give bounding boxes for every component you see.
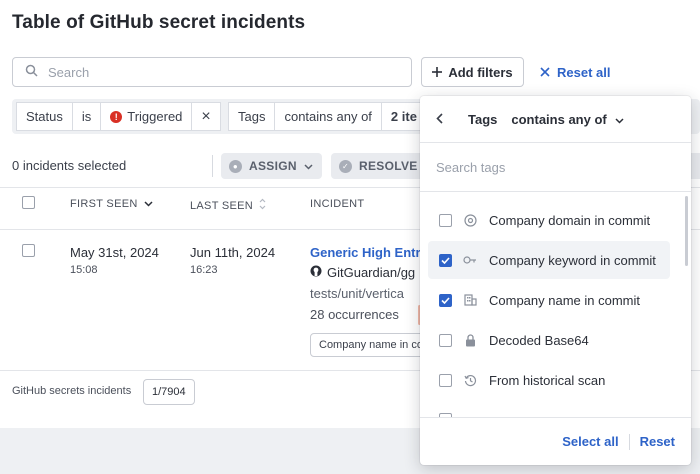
select-all-button[interactable]: Select all [562, 434, 618, 449]
add-filters-label: Add filters [448, 64, 513, 80]
tag-option[interactable]: Decoded Base64 [428, 321, 670, 359]
option-label: Company name in commit [489, 292, 640, 308]
option-checkbox[interactable] [439, 253, 452, 267]
option-label: Decoded Base64 [489, 332, 589, 348]
option-label: From historical scan [489, 372, 606, 388]
row-checkbox[interactable] [22, 244, 35, 257]
chevron-left-icon [436, 111, 443, 127]
pagination[interactable]: 1/7904 [143, 379, 195, 405]
add-filters-button[interactable]: Add filters [421, 57, 524, 87]
resolve-label: RESOLVE [359, 159, 418, 173]
tag-option-partial[interactable] [428, 401, 670, 417]
incident-tag: Company name in co [310, 333, 432, 357]
popover-footer: Select all Reset [420, 417, 691, 465]
tag-option[interactable]: Company keyword in commit [428, 241, 670, 279]
option-label: Company keyword in commit [489, 252, 656, 268]
key-icon [463, 255, 477, 265]
page-title: Table of GitHub secret incidents [12, 12, 306, 33]
close-icon [540, 65, 550, 80]
incident-link[interactable]: Generic High Entro [310, 245, 428, 260]
triggered-alert-icon: ! [110, 110, 123, 123]
popover-scrollbar[interactable] [685, 196, 688, 266]
chevron-down-icon [615, 112, 624, 127]
file-path: tests/unit/vertica [310, 286, 404, 301]
first-seen-date: May 31st, 2024 [70, 245, 159, 260]
search-box[interactable] [12, 57, 412, 87]
tags-filter-field: Tags [229, 103, 276, 130]
tag-option[interactable]: Company name in commit [428, 281, 670, 319]
selection-count: 0 incidents selected [12, 158, 127, 173]
option-checkbox[interactable] [439, 213, 452, 227]
option-label: Company domain in commit [489, 212, 651, 228]
repository[interactable]: GitGuardian/gg [310, 265, 415, 280]
status-filter-value[interactable]: ! Triggered [101, 103, 193, 130]
popover-header: Tags contains any of [420, 96, 691, 143]
column-header-first-seen-label: FIRST SEEN [70, 198, 138, 210]
tags-filter-chip[interactable]: Tags contains any of 2 ite [228, 102, 427, 131]
reset-button[interactable]: Reset [640, 434, 675, 449]
status-filter-chip[interactable]: Status is ! Triggered × [16, 102, 221, 131]
tag-option[interactable]: Company domain in commit [428, 201, 670, 239]
tags-filter-value-label: 2 ite [390, 109, 417, 124]
plus-icon [432, 65, 443, 80]
assign-label: ASSIGN [249, 159, 297, 173]
assign-button[interactable]: ● ASSIGN [221, 153, 322, 179]
tags-filter-popover: Tags contains any of Company domain in c… [420, 96, 691, 465]
select-all-checkbox[interactable] [22, 196, 35, 209]
status-filter-field: Status [17, 103, 73, 130]
reset-all-button[interactable]: Reset all [540, 57, 610, 87]
footer-label: GitHub secrets incidents [12, 385, 132, 397]
chevron-down-icon [304, 159, 313, 173]
status-filter-operator: is [73, 103, 102, 130]
tags-filter-operator: contains any of [275, 103, 382, 130]
option-checkbox[interactable] [439, 293, 452, 307]
reset-all-label: Reset all [557, 64, 611, 80]
building-icon [463, 294, 477, 306]
last-seen-time: 16:23 [190, 264, 218, 276]
column-header-incident[interactable]: INCIDENT [310, 198, 364, 210]
github-icon [310, 265, 322, 280]
search-icon [25, 64, 38, 80]
repository-name: GitGuardian/gg [327, 265, 416, 280]
tag-option[interactable]: From historical scan [428, 361, 670, 399]
occurrences-count: 28 occurrences [310, 307, 399, 322]
search-input[interactable] [48, 64, 388, 80]
back-button[interactable] [436, 111, 458, 127]
operator-select-label: contains any of [511, 111, 607, 127]
option-checkbox[interactable] [439, 333, 452, 347]
tag-search-box[interactable] [420, 144, 691, 192]
sort-desc-icon [144, 198, 153, 210]
column-header-last-seen-label: LAST SEEN [190, 199, 254, 212]
status-filter-value-label: Triggered [127, 109, 183, 124]
tag-search-input[interactable] [436, 160, 666, 175]
column-header-incident-label: INCIDENT [310, 198, 365, 210]
divider [628, 433, 630, 450]
column-header-first-seen[interactable]: FIRST SEEN [70, 198, 153, 210]
status-filter-remove-button[interactable]: × [192, 103, 219, 130]
first-seen-time: 15:08 [70, 264, 98, 276]
operator-select[interactable]: contains any of [511, 111, 624, 127]
column-header-last-seen[interactable]: LAST SEEN [190, 198, 266, 213]
popover-field: Tags [468, 111, 498, 127]
history-icon [463, 374, 477, 387]
user-icon: ● [229, 159, 242, 173]
last-seen-date: Jun 11th, 2024 [190, 245, 276, 260]
lock-icon [463, 333, 477, 347]
check-circle-icon: ✓ [339, 159, 352, 173]
option-checkbox[interactable] [439, 373, 452, 387]
at-icon [463, 213, 477, 227]
resolve-button[interactable]: ✓ RESOLVE [331, 153, 426, 179]
divider [212, 155, 213, 177]
sort-icon [259, 198, 266, 213]
